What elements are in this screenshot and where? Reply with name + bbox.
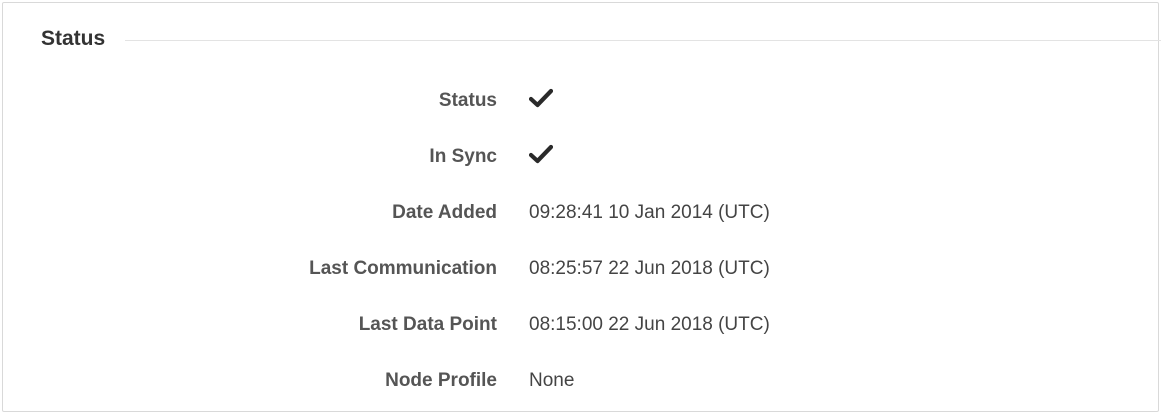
status-label: Status — [438, 90, 497, 111]
last-data-point-value: 08:15:00 22 Jun 2018 (UTC) — [529, 314, 770, 335]
detail-row-node-profile: Node Profile None — [3, 353, 1158, 409]
detail-row-last-communication: Last Communication 08:25:57 22 Jun 2018 … — [3, 241, 1158, 297]
detail-row-last-data-point: Last Data Point 08:15:00 22 Jun 2018 (UT… — [3, 297, 1158, 353]
section-divider — [125, 40, 1161, 41]
detail-row-in-sync: In Sync — [3, 129, 1158, 185]
in-sync-label: In Sync — [429, 146, 497, 167]
node-profile-label: Node Profile — [385, 370, 497, 391]
detail-row-status: Status — [3, 73, 1158, 129]
last-data-point-label: Last Data Point — [358, 314, 497, 335]
date-added-label: Date Added — [392, 202, 497, 223]
node-profile-value: None — [529, 370, 575, 391]
last-communication-label: Last Communication — [309, 258, 497, 279]
status-value — [529, 88, 553, 114]
check-icon — [529, 88, 553, 108]
in-sync-value — [529, 144, 553, 170]
check-icon — [529, 144, 553, 164]
status-panel: Status Status In Sync Date Added 09:28:4… — [2, 2, 1161, 412]
detail-row-date-added: Date Added 09:28:41 10 Jan 2014 (UTC) — [3, 185, 1158, 241]
last-communication-value: 08:25:57 22 Jun 2018 (UTC) — [529, 258, 770, 279]
date-added-value: 09:28:41 10 Jan 2014 (UTC) — [529, 202, 770, 223]
section-title: Status — [41, 27, 106, 50]
section-header: Status — [41, 27, 1161, 51]
